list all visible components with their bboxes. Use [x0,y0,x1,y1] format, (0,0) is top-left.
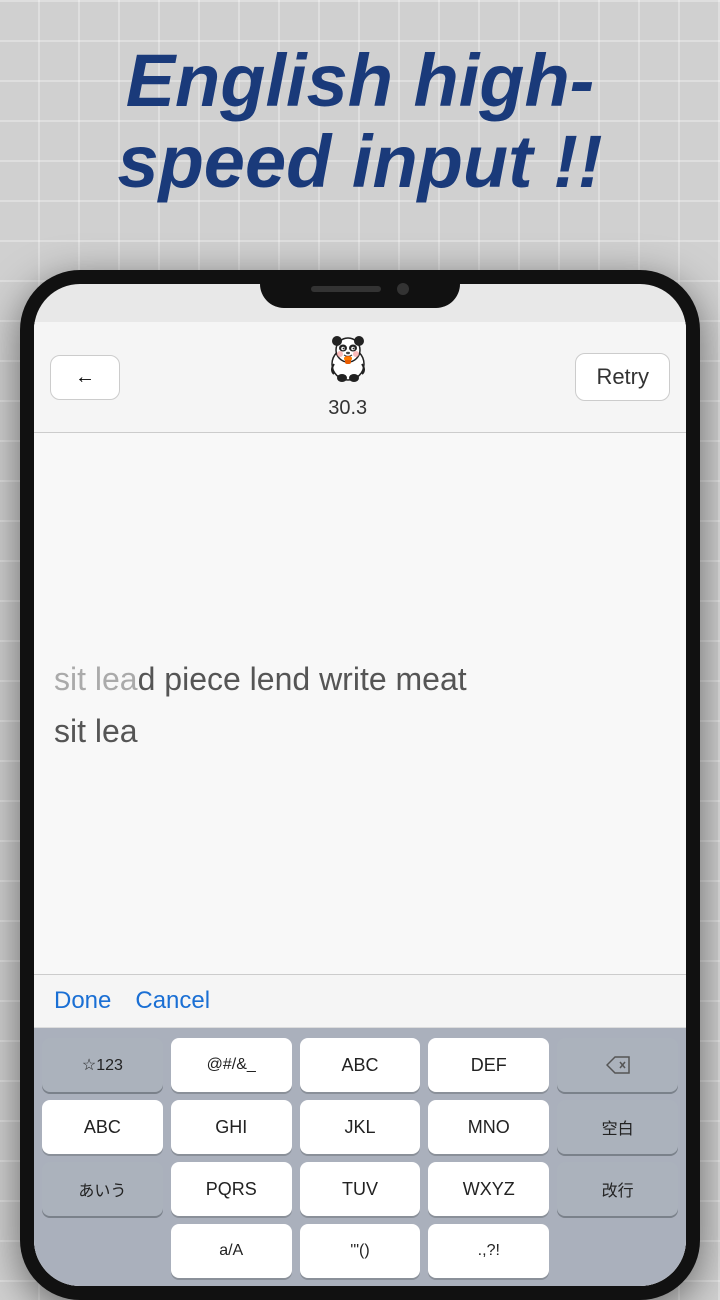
key-tuv[interactable]: TUV [300,1162,421,1216]
key-pqrs[interactable]: PQRS [171,1162,292,1216]
notch-camera [397,283,409,295]
action-bar: Done Cancel [34,975,686,1028]
keyboard: ☆123 @#/&_ ABC DEF ABC GHI [34,1028,686,1286]
score-display: 30.3 [328,397,367,420]
key-symbols[interactable]: @#/&_ [171,1038,292,1092]
key-space-jp[interactable]: 空白 [557,1100,678,1154]
key-mno[interactable]: MNO [428,1100,549,1154]
back-button[interactable]: ← [50,355,120,400]
retry-button[interactable]: Retry [575,353,670,401]
phone-frame: ← [20,270,700,1300]
panda-mascot [322,334,374,395]
headline-text: English high- speed input !! [40,40,680,203]
key-wxyz[interactable]: WXYZ [428,1162,549,1216]
done-button[interactable]: Done [54,987,111,1015]
phone-screen: ← [34,284,686,1286]
remaining-portion: d piece lend write meat [138,661,467,697]
key-shift[interactable]: a/A [171,1224,292,1278]
key-abc[interactable]: ABC [300,1038,421,1092]
key-quotes[interactable]: '"() [300,1224,421,1278]
key-abc2[interactable]: ABC [42,1100,163,1154]
cancel-button[interactable]: Cancel [135,987,210,1015]
key-punctuation[interactable]: .,?! [428,1224,549,1278]
key-def[interactable]: DEF [428,1038,549,1092]
keyboard-row-4: a/A '"() .,?! [42,1224,678,1278]
key-newline[interactable]: 改行 [557,1162,678,1216]
screen-content: ← [34,322,686,1286]
text-display-area: sit lead piece lend write meat sit lea [34,433,686,975]
current-input-text: sit lea [54,713,666,750]
notch-speaker [311,286,381,292]
headline-line1: English high- [126,39,595,122]
key-jkl[interactable]: JKL [300,1100,421,1154]
keyboard-row-3: あいう PQRS TUV WXYZ 改行 [42,1162,678,1216]
notch [260,270,460,308]
key-hiragana[interactable]: あいう [42,1162,163,1216]
keyboard-row-1: ☆123 @#/&_ ABC DEF [42,1038,678,1092]
headline-line2: speed input !! [117,120,602,203]
panda-score-area: 30.3 [322,334,374,420]
key-star123[interactable]: ☆123 [42,1038,163,1092]
top-bar: ← [34,322,686,433]
target-text: sit lead piece lend write meat [54,657,666,702]
backspace-key[interactable] [557,1038,678,1092]
headline: English high- speed input !! [0,40,720,203]
key-ghi[interactable]: GHI [171,1100,292,1154]
typed-portion: sit lea [54,661,138,697]
keyboard-row-2: ABC GHI JKL MNO 空白 [42,1100,678,1154]
